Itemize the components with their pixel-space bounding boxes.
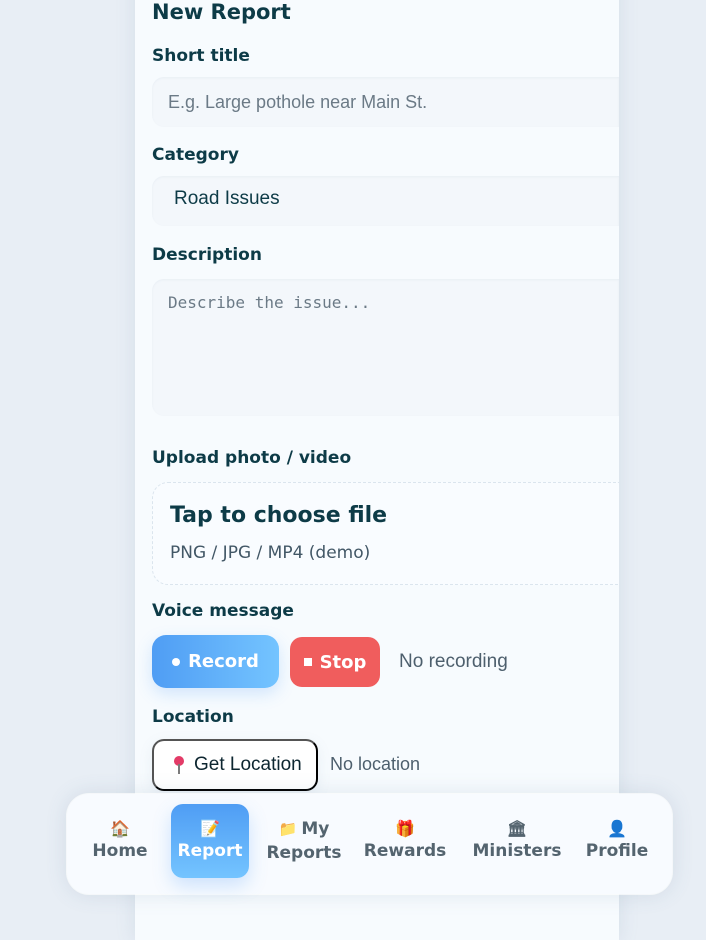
nav-my-reports-top-line: 📁 My [279,818,330,840]
gift-icon: 🎁 [395,819,415,838]
page-title: New Report [152,0,291,24]
record-button-label: Record [188,651,259,672]
home-icon: 🏠 [110,819,130,838]
nav-rewards-label: Rewards [363,841,447,861]
nav-ministers[interactable]: 🏛 Ministers [471,804,563,878]
category-selected-value: Road Issues [174,188,280,209]
location-status: No location [330,754,421,774]
recording-status: No recording [399,651,508,672]
stop-button-label: Stop [319,651,367,673]
record-dot-icon [172,657,181,666]
stop-square-icon [303,658,312,666]
map-pin-icon [174,756,184,774]
record-button[interactable]: Record [152,635,279,688]
nav-profile[interactable]: 👤 Profile [583,804,651,878]
short-title-field[interactable] [152,77,619,127]
description-field[interactable] [152,279,619,416]
government-icon: 🏛 [506,819,528,838]
nav-report[interactable]: 📝 Report [171,804,249,878]
nav-rewards[interactable]: 🎁 Rewards [363,804,447,878]
description-label: Description [152,245,262,265]
get-location-button[interactable]: Get Location [152,739,318,791]
file-upload-dropzone[interactable]: Tap to choose file PNG / JPG / MP4 (demo… [152,482,619,585]
stop-button[interactable]: Stop [290,637,380,687]
nav-profile-label: Profile [585,841,649,861]
short-title-input[interactable] [152,77,619,127]
nav-my-reports-line2: Reports [266,843,342,863]
report-icon: 📝 [200,819,220,838]
nav-home[interactable]: 🏠 Home [87,804,153,878]
nav-home-label: Home [92,841,148,861]
upload-title: Tap to choose file [170,503,388,528]
folder-icon: 📁 [278,820,298,838]
bottom-navigation: 🏠 Home 📝 Report 📁 My Reports 🎁 Rewards 🏛… [67,794,672,894]
nav-report-label: Report [177,841,243,861]
upload-file-types: PNG / JPG / MP4 (demo) [170,543,371,563]
get-location-label: Get Location [194,754,302,775]
category-label: Category [152,145,239,165]
user-icon: 👤 [607,819,627,838]
nav-ministers-label: Ministers [472,841,562,861]
category-select[interactable]: Road Issues [152,176,619,226]
upload-label: Upload photo / video [152,448,352,468]
location-label: Location [152,707,234,727]
description-textarea[interactable] [152,279,619,416]
voice-message-label: Voice message [152,601,294,621]
nav-my-reports-line1: My [301,819,330,839]
short-title-label: Short title [152,46,250,66]
nav-my-reports[interactable]: 📁 My Reports [263,804,345,878]
